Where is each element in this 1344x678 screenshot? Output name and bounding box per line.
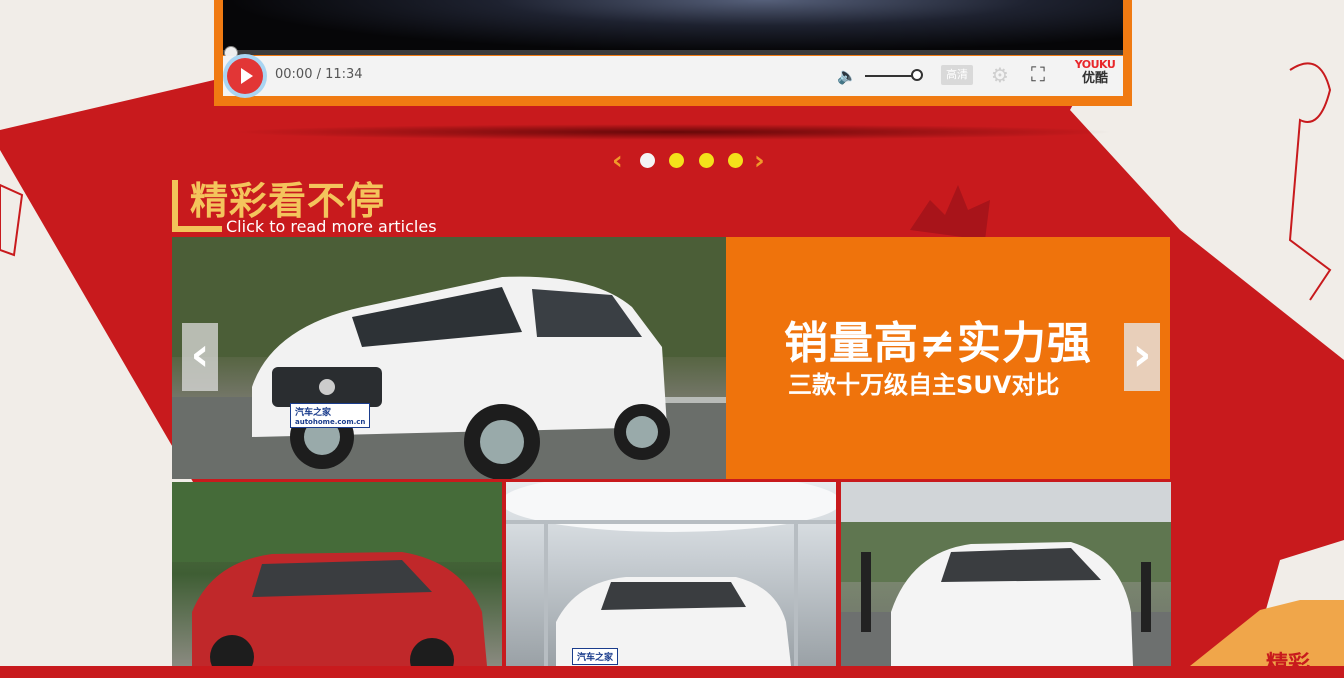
play-button[interactable] — [227, 58, 263, 94]
article-thumbnail[interactable] — [172, 482, 502, 666]
youku-logo-en: YOUKU — [1074, 58, 1116, 71]
white-suv-event-image — [841, 482, 1171, 666]
banner-next-button[interactable]: › — [1124, 323, 1160, 391]
video-screen[interactable] — [223, 0, 1123, 52]
carousel-dot[interactable] — [640, 153, 655, 168]
progress-bar[interactable] — [223, 50, 1123, 55]
article-thumbnail[interactable] — [841, 482, 1171, 666]
carousel-prev-arrow[interactable]: ‹ — [612, 146, 623, 176]
player-shadow — [230, 124, 1116, 140]
gear-icon[interactable]: ⚙ — [991, 63, 1009, 87]
autohome-watermark: 汽车之家 — [572, 648, 619, 665]
carousel-dot[interactable] — [728, 153, 743, 168]
volume-slider[interactable] — [865, 75, 915, 77]
autohome-watermark: 汽车之家 autohome.com.cn — [290, 403, 371, 428]
youku-logo-cn: 优酷 — [1081, 71, 1108, 86]
volume-handle[interactable] — [911, 69, 923, 81]
article-thumbnail[interactable]: 汽车之家 — [506, 482, 836, 666]
video-player[interactable]: 00:00 / 11:34 🔈 高清 ⚙ ⛶ YOUKU 优酷 — [214, 0, 1132, 106]
section-bracket — [172, 180, 178, 232]
volume-icon[interactable]: 🔈 — [837, 66, 857, 85]
next-section-title-partial: 精彩 — [1266, 652, 1311, 677]
carousel-dot[interactable] — [669, 153, 684, 168]
fullscreen-icon[interactable]: ⛶ — [1031, 62, 1045, 86]
red-suv-image — [172, 482, 502, 666]
banner-prev-button[interactable]: ‹ — [182, 323, 218, 391]
featured-banner[interactable]: 汽车之家 autohome.com.cn 销量高≠实力强 三款十万级自主SUV对… — [172, 237, 1170, 479]
carousel-dot[interactable] — [699, 153, 714, 168]
youku-logo[interactable]: YOUKU 优酷 — [1071, 58, 1119, 86]
white-suv-canopy-image — [506, 482, 836, 666]
carousel-next-arrow[interactable]: › — [754, 146, 765, 176]
watermark-url: autohome.com.cn — [295, 418, 366, 426]
section-subtitle[interactable]: Click to read more articles — [226, 217, 437, 236]
banner-subheadline[interactable]: 三款十万级自主SUV对比 — [788, 365, 1059, 400]
section-bracket — [172, 226, 222, 232]
white-suv-image — [172, 237, 726, 479]
quality-button[interactable]: 高清 — [941, 65, 973, 85]
player-controls: 00:00 / 11:34 🔈 高清 ⚙ ⛶ YOUKU 优酷 — [223, 56, 1123, 96]
featured-car-photo[interactable]: 汽车之家 autohome.com.cn — [172, 237, 726, 479]
time-display: 00:00 / 11:34 — [275, 67, 363, 82]
watermark-text: 汽车之家 — [295, 408, 332, 418]
banner-headline[interactable]: 销量高≠实力强 — [784, 307, 1092, 371]
